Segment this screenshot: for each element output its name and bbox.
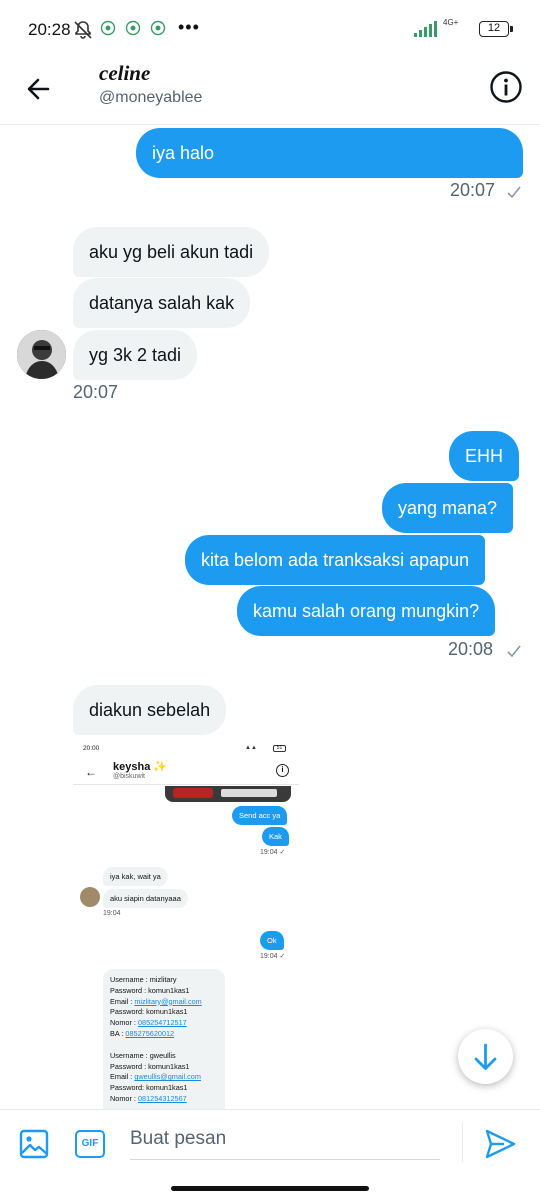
incoming-message[interactable]: diakun sebelah: [73, 685, 227, 735]
conversation-header: celine @moneyablee: [0, 55, 540, 125]
divider: [462, 1122, 463, 1162]
phone-link: 085275620012: [125, 1028, 175, 1038]
card-line: Username : mizlitary: [110, 975, 177, 984]
embedded-contact-name: keysha ✨: [113, 760, 167, 773]
home-indicator: [171, 1186, 369, 1191]
embedded-timestamp: 19:04 ✓: [260, 953, 286, 960]
contact-name[interactable]: celine: [99, 61, 150, 86]
incoming-message[interactable]: aku yg beli akun tadi: [73, 227, 270, 277]
card-line: Nomor : 081254312567: [110, 1094, 218, 1105]
image-icon[interactable]: [19, 1129, 49, 1159]
outgoing-message[interactable]: kamu salah orang mungkin?: [237, 586, 496, 636]
arrow-down-icon: [474, 1043, 497, 1070]
card-line: Password : komun1kas1: [110, 985, 190, 995]
network-type: 4G+: [443, 18, 459, 27]
outgoing-message[interactable]: yang mana?: [382, 483, 514, 533]
embedded-timestamp: 19:04: [103, 910, 121, 917]
gif-button[interactable]: GIF: [75, 1130, 105, 1158]
notification-icon: [100, 20, 116, 36]
message-input[interactable]: Buat pesan: [130, 1124, 440, 1160]
status-bar: 20:28 ••• 4G+ 12: [0, 0, 540, 60]
card-label: Nomor :: [110, 1093, 138, 1103]
card-line: BA : 085275620012: [110, 1029, 218, 1040]
embedded-contact-handle: @biskuwit: [113, 773, 146, 780]
status-time: 20:28: [28, 20, 71, 39]
divider: [73, 784, 299, 785]
avatar[interactable]: [17, 330, 66, 379]
card-line: Email : mizlitary@gmail.com: [110, 997, 218, 1008]
embedded-incoming-message: iya kak, wait ya: [103, 867, 168, 886]
email-link: gweullis@gmail.com: [134, 1072, 201, 1082]
card-line: Password: komun1kas1: [110, 1007, 188, 1017]
message-timestamp: 20:07: [450, 180, 496, 200]
more-notifications-icon: •••: [178, 17, 200, 37]
embedded-outgoing-message: Kak: [262, 827, 289, 846]
signal-icon: [414, 21, 437, 37]
card-label: Nomor :: [110, 1018, 138, 1028]
embedded-name-text: keysha: [113, 761, 151, 773]
attached-screenshot[interactable]: 20:00 ▲▲ 51 ← keysha ✨ @biskuwit i Send …: [73, 740, 299, 1110]
embedded-status-time: 20:00: [83, 745, 100, 752]
info-icon[interactable]: [489, 70, 523, 104]
card-label: Email :: [110, 996, 135, 1006]
check-icon: [507, 645, 521, 657]
message-timestamp: 20:08: [448, 639, 494, 659]
message-timestamp: 20:07: [73, 382, 119, 402]
card-gap: [110, 1040, 218, 1051]
battery-icon: 12: [479, 21, 513, 37]
email-link: mizlitary@gmail.com: [134, 996, 202, 1006]
card-line: Email : gweullis@gmail.com: [110, 1072, 218, 1083]
embedded-timestamp: 19:04 ✓: [260, 849, 286, 856]
back-arrow-icon[interactable]: [20, 69, 60, 109]
outgoing-message[interactable]: kita belom ada tranksaksi apapun: [185, 535, 486, 585]
embedded-battery-icon: 51: [273, 745, 286, 752]
embedded-signal-icon: ▲▲: [245, 745, 257, 751]
muted-bell-icon: [74, 21, 92, 39]
contact-handle[interactable]: @moneyablee: [99, 89, 202, 107]
sparkle-icon: ✨: [153, 761, 168, 773]
embedded-info-icon: i: [276, 764, 289, 777]
card-line: Password: komun1kas1: [110, 1083, 188, 1093]
avatar-image: [17, 330, 66, 379]
outgoing-message[interactable]: iya halo: [136, 128, 523, 178]
card-line: Username : gweullis: [110, 1050, 176, 1060]
card-label: Email :: [110, 1072, 135, 1082]
notification-icon: [125, 20, 141, 36]
phone-link: 081254312567: [137, 1093, 187, 1103]
scroll-to-bottom-button[interactable]: [458, 1029, 513, 1084]
embedded-outgoing-message: Send acc ya: [232, 806, 288, 825]
notification-icon: [150, 20, 166, 36]
embedded-account-data-message: Username : mizlitary Password : komun1ka…: [103, 969, 225, 1110]
embedded-back-arrow-icon: ←: [85, 765, 97, 779]
incoming-message[interactable]: datanya salah kak: [73, 278, 251, 328]
card-line: Nomor : 085254712517: [110, 1018, 218, 1029]
embedded-incoming-message: aku siapin datanyaaa: [103, 889, 188, 908]
check-icon: [507, 186, 521, 198]
phone-link: 085254712517: [137, 1018, 187, 1028]
outgoing-message[interactable]: EHH: [449, 431, 520, 481]
send-icon[interactable]: [484, 1128, 516, 1160]
incoming-message[interactable]: yg 3k 2 tadi: [73, 330, 198, 380]
embedded-image-attachment: [165, 786, 291, 802]
card-line: Password : komun1kas1: [110, 1061, 190, 1071]
card-label: BA :: [110, 1028, 126, 1038]
embedded-outgoing-message: Ok: [260, 931, 284, 950]
embedded-avatar: [80, 887, 100, 907]
